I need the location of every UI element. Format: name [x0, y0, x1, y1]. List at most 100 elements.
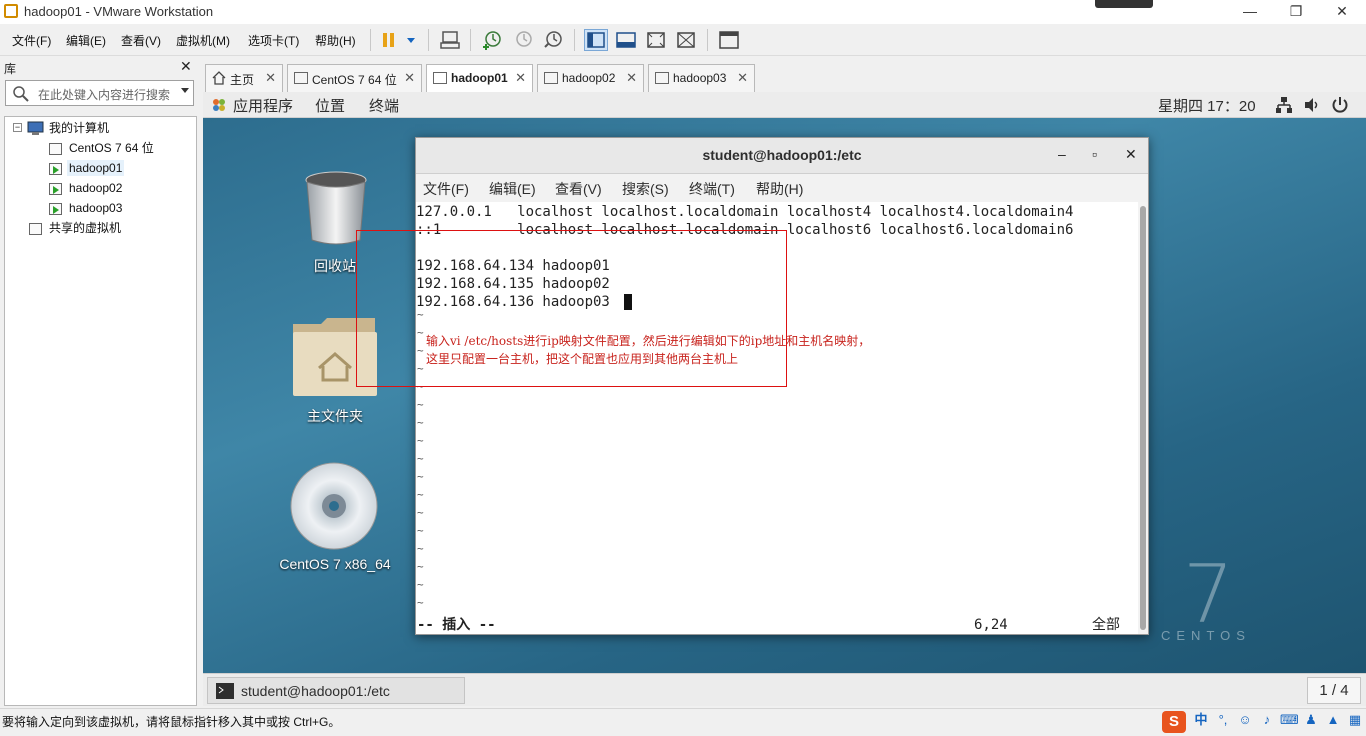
tree-label: CentOS 7 64 位 — [69, 141, 154, 155]
send-ctrl-alt-del-icon[interactable] — [438, 29, 462, 51]
tab-centos[interactable]: CentOS 7 64 位 ✕ — [287, 64, 422, 92]
terminal-minimize-button[interactable]: ‒ — [1058, 146, 1066, 162]
home-folder-label[interactable]: 主文件夹 — [295, 406, 375, 426]
snapshot-revert-icon[interactable] — [511, 29, 535, 51]
console-view-icon[interactable] — [717, 29, 741, 51]
title-bar: hadoop01 - VMware Workstation — ❐ ✕ — [0, 0, 1366, 24]
toolbar-separator — [707, 29, 708, 51]
empty-line-marker: ~ — [417, 434, 424, 447]
tab-close-icon[interactable]: ✕ — [265, 70, 276, 86]
skin-icon[interactable]: ▲ — [1324, 711, 1342, 729]
pause-icon[interactable] — [380, 29, 415, 51]
volume-icon[interactable] — [1303, 96, 1321, 114]
grid-tools-icon[interactable]: ▦ — [1346, 711, 1364, 729]
search-dropdown-icon[interactable] — [181, 88, 189, 93]
terminal-menu[interactable]: 终端 — [369, 95, 399, 116]
tab-hadoop01[interactable]: hadoop01 ✕ — [426, 64, 533, 93]
terminal-icon — [216, 683, 234, 699]
unity-mode-icon[interactable] — [674, 29, 698, 51]
tab-label: hadoop02 — [562, 71, 616, 85]
tab-close-icon[interactable]: ✕ — [515, 70, 526, 86]
tab-label: 主页 — [230, 73, 255, 87]
tree-item-shared[interactable]: 共享的虚拟机 — [49, 219, 121, 237]
taskbar-terminal-button[interactable]: student@hadoop01:/etc — [207, 677, 465, 704]
taskbar-terminal-label: student@hadoop01:/etc — [241, 683, 390, 699]
empty-line-marker: ~ — [417, 398, 424, 411]
terminal-menu-edit[interactable]: 编辑(E) — [489, 179, 536, 199]
snapshot-take-icon[interactable] — [480, 29, 504, 51]
network-icon[interactable] — [1275, 96, 1293, 114]
terminal-scrollbar[interactable] — [1138, 202, 1148, 634]
emoji-icon[interactable]: ☺ — [1236, 711, 1254, 729]
tab-close-icon[interactable]: ✕ — [404, 70, 415, 86]
restore-button[interactable]: ❐ — [1273, 0, 1319, 24]
empty-line-marker: ~ — [417, 506, 424, 519]
scrollbar-thumb[interactable] — [1140, 206, 1146, 630]
terminal-close-button[interactable]: ✕ — [1125, 146, 1137, 163]
terminal-menu-search[interactable]: 搜索(S) — [622, 179, 669, 199]
menu-edit[interactable]: 编辑(E) — [66, 32, 106, 49]
empty-line-marker: ~ — [417, 542, 424, 555]
window-title: hadoop01 - VMware Workstation — [24, 4, 214, 19]
collapse-toggle-icon[interactable]: − — [13, 123, 22, 132]
tab-hadoop02[interactable]: hadoop02 ✕ — [537, 64, 644, 92]
disc-label[interactable]: CentOS 7 x86_64 — [265, 556, 405, 572]
library-panel: 库 ✕ 在此处键入内容进行搜索 − 我的计算机 CentOS 7 64 位 ha… — [0, 56, 199, 708]
ime-chinese-mode[interactable]: 中 — [1192, 711, 1210, 729]
terminal-menu-terminal[interactable]: 终端(T) — [689, 179, 735, 199]
user-icon[interactable]: ♟ — [1302, 711, 1320, 729]
clock[interactable]: 星期四 17：20 — [1158, 95, 1256, 116]
terminal-menu-help[interactable]: 帮助(H) — [756, 179, 803, 199]
show-library-icon[interactable] — [584, 29, 608, 51]
menu-vm[interactable]: 虚拟机(M) — [176, 32, 230, 49]
close-button[interactable]: ✕ — [1319, 0, 1365, 24]
tab-hadoop03[interactable]: hadoop03 ✕ — [648, 64, 755, 92]
tab-close-icon[interactable]: ✕ — [626, 70, 637, 86]
thumbnail-bar-icon[interactable] — [614, 29, 638, 51]
vm-icon — [49, 143, 62, 155]
terminal-maximize-button[interactable]: ▫ — [1092, 146, 1097, 162]
menu-view[interactable]: 查看(V) — [121, 32, 161, 49]
workspace-pager[interactable]: 1 / 4 — [1307, 677, 1361, 704]
disc-icon[interactable] — [289, 461, 379, 551]
tree-item-hadoop03[interactable]: hadoop03 — [69, 199, 122, 217]
tab-close-icon[interactable]: ✕ — [737, 70, 748, 86]
status-bar: 要将输入定向到该虚拟机，请将鼠标指针移入其中或按 Ctrl+G。 S 中 °, … — [0, 708, 1366, 736]
menu-file[interactable]: 文件(F) — [12, 32, 51, 49]
minimize-button[interactable]: — — [1227, 0, 1273, 24]
tab-home[interactable]: 主页 ✕ — [205, 64, 283, 92]
punctuation-icon[interactable]: °, — [1214, 711, 1232, 729]
my-computer-icon — [27, 121, 44, 135]
tree-item-my-computer[interactable]: 我的计算机 — [49, 119, 109, 137]
toolbar-separator — [574, 29, 575, 51]
library-search-input[interactable]: 在此处键入内容进行搜索 — [5, 80, 194, 106]
vm-running-icon — [433, 72, 447, 84]
microphone-icon[interactable]: ♪ — [1258, 711, 1276, 729]
home-icon — [212, 71, 226, 85]
tree-label: 我的计算机 — [49, 121, 110, 135]
terminal-menu-view[interactable]: 查看(V) — [555, 179, 602, 199]
tree-item-hadoop01[interactable]: hadoop01 — [67, 159, 125, 177]
tree-item-hadoop02[interactable]: hadoop02 — [69, 179, 122, 197]
menu-help[interactable]: 帮助(H) — [315, 32, 356, 49]
library-close-button[interactable]: ✕ — [180, 58, 192, 75]
places-menu[interactable]: 位置 — [315, 95, 345, 116]
applications-menu[interactable]: 应用程序 — [233, 95, 293, 116]
full-screen-icon[interactable] — [644, 29, 668, 51]
library-tree: − 我的计算机 CentOS 7 64 位 hadoop01 hadoop02 … — [4, 116, 197, 706]
terminal-title-bar[interactable]: student@hadoop01:/etc ‒ ▫ ✕ — [416, 138, 1148, 174]
snapshot-manager-icon[interactable] — [541, 29, 565, 51]
tree-item-centos[interactable]: CentOS 7 64 位 — [69, 139, 154, 157]
empty-line-marker: ~ — [417, 488, 424, 501]
sogou-ime-icon[interactable]: S — [1162, 711, 1186, 733]
keyboard-icon[interactable]: ⌨ — [1280, 711, 1299, 729]
terminal-menu-file[interactable]: 文件(F) — [423, 179, 469, 199]
toolbar-pin-handle[interactable] — [1095, 0, 1153, 8]
toolbar-separator — [370, 29, 371, 51]
tab-label: CentOS 7 64 位 — [312, 73, 397, 87]
empty-line-marker: ~ — [417, 524, 424, 537]
menu-tabs[interactable]: 选项卡(T) — [248, 32, 299, 49]
vm-running-icon — [49, 163, 62, 175]
vm-running-icon — [544, 72, 558, 84]
power-icon[interactable] — [1331, 96, 1349, 114]
